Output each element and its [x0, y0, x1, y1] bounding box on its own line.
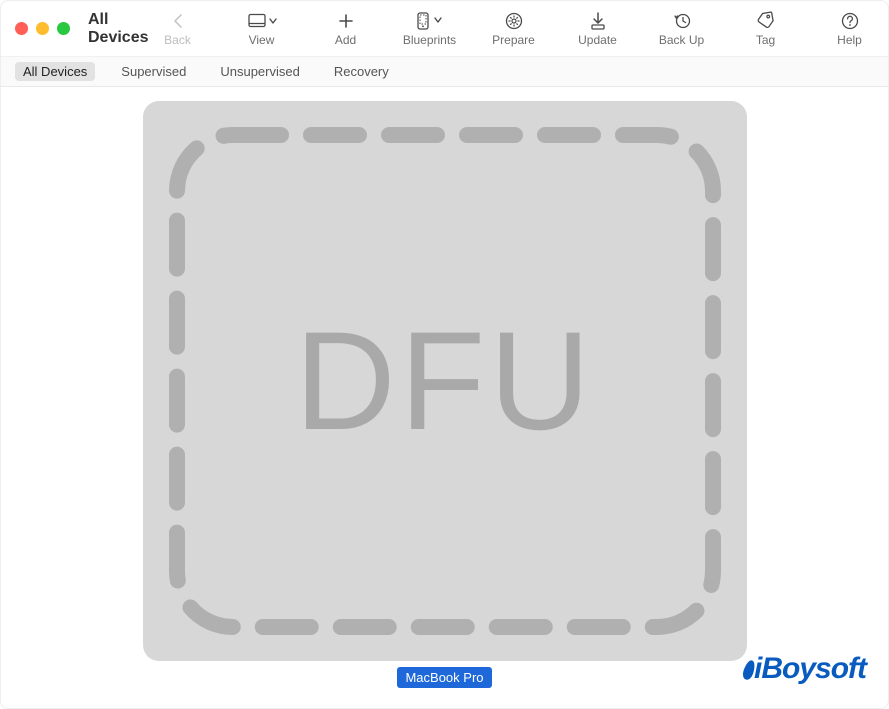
filter-all-devices[interactable]: All Devices [15, 62, 95, 81]
filter-recovery[interactable]: Recovery [326, 62, 397, 81]
window-title: All Devices [86, 1, 149, 56]
add-label: Add [335, 33, 356, 47]
filter-supervised[interactable]: Supervised [113, 62, 194, 81]
help-icon [841, 11, 859, 31]
tag-icon [757, 11, 775, 31]
gear-badge-icon [505, 11, 523, 31]
device-tile[interactable]: DFU [143, 101, 747, 661]
view-button[interactable]: View [233, 1, 291, 56]
back-button[interactable]: Back [149, 1, 207, 56]
blueprints-icon [417, 11, 443, 31]
chevron-left-icon [171, 11, 185, 31]
help-label: Help [837, 33, 862, 47]
update-label: Update [578, 33, 617, 47]
prepare-button[interactable]: Prepare [485, 1, 543, 56]
close-window-button[interactable] [15, 22, 28, 35]
update-button[interactable]: Update [569, 1, 627, 56]
blueprints-button[interactable]: Blueprints [401, 1, 459, 56]
prepare-label: Prepare [492, 33, 535, 47]
tag-button[interactable]: Tag [737, 1, 795, 56]
watermark-text: iBoysoft [754, 652, 866, 686]
minimize-window-button[interactable] [36, 22, 49, 35]
titlebar: All Devices Back View [1, 1, 888, 57]
download-icon [590, 11, 606, 31]
backup-button[interactable]: Back Up [653, 1, 711, 56]
backup-label: Back Up [659, 33, 704, 47]
dashed-outline-icon [169, 127, 721, 635]
main-area: DFU MacBook Pro iBoysoft [1, 87, 888, 708]
app-window: All Devices Back View [0, 0, 889, 709]
device-label[interactable]: MacBook Pro [397, 667, 491, 688]
help-button[interactable]: Help [821, 1, 879, 56]
zoom-window-button[interactable] [57, 22, 70, 35]
view-icon [248, 11, 276, 31]
filter-bar: All Devices Supervised Unsupervised Reco… [1, 57, 888, 87]
view-label: View [249, 33, 275, 47]
filter-unsupervised[interactable]: Unsupervised [212, 62, 308, 81]
clock-arrow-icon [673, 11, 691, 31]
toolbar: Back View Add [149, 1, 889, 56]
add-button[interactable]: Add [317, 1, 375, 56]
window-controls [15, 1, 70, 56]
blueprints-label: Blueprints [403, 33, 456, 47]
back-label: Back [164, 33, 191, 47]
tag-label: Tag [756, 33, 775, 47]
plus-icon [338, 11, 354, 31]
watermark-logo: iBoysoft [744, 652, 866, 686]
